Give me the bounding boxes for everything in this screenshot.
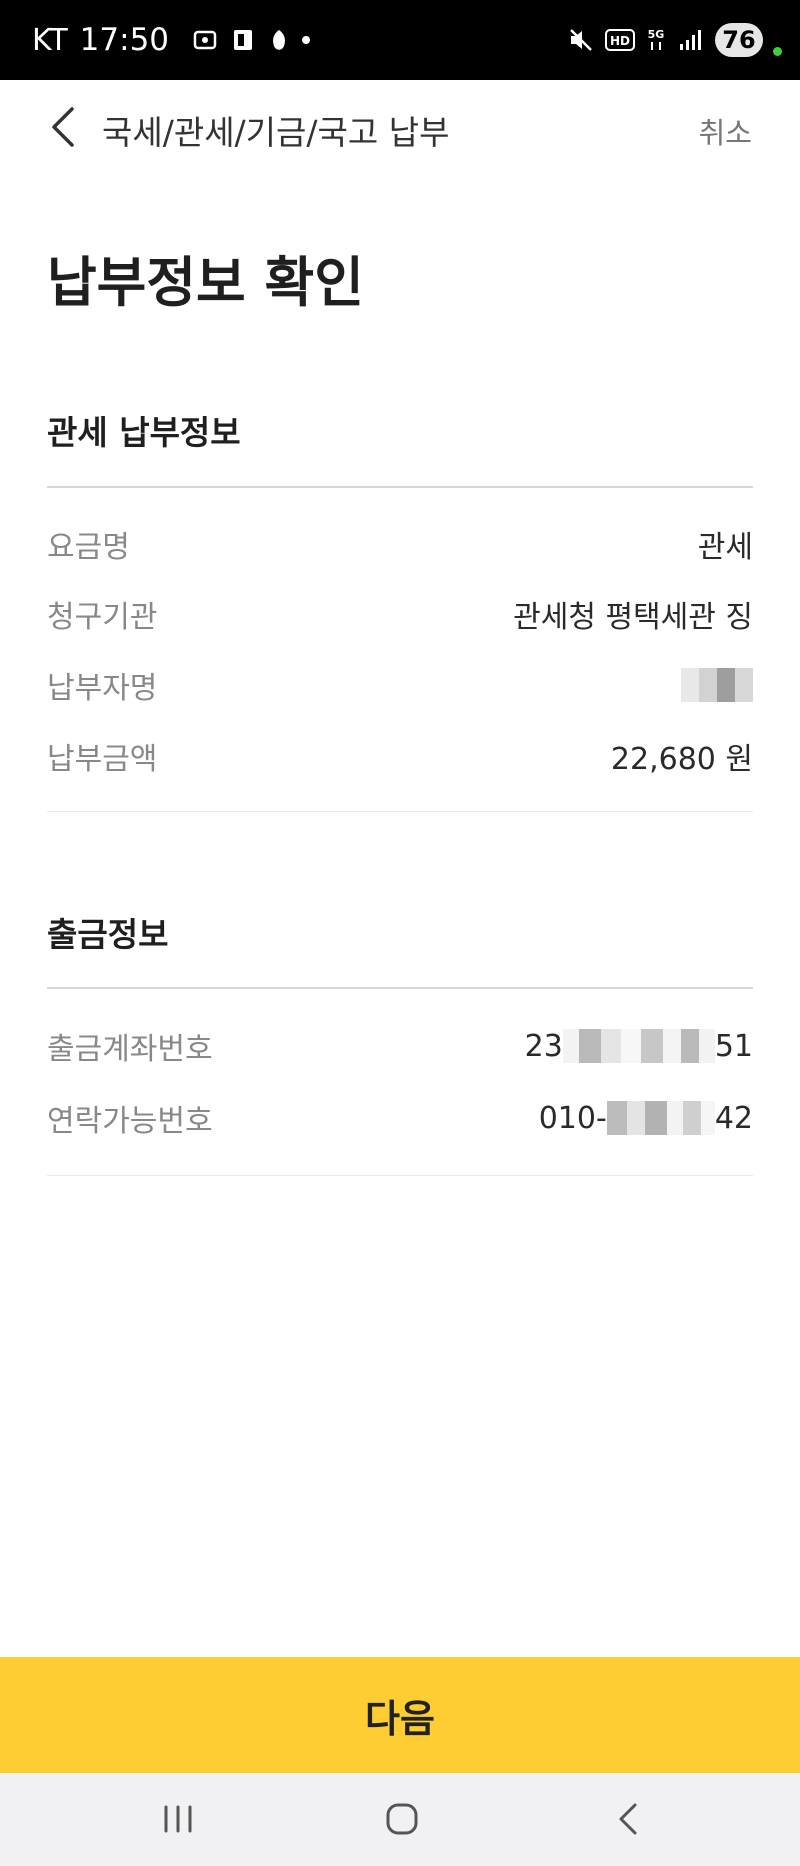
- row-label: 요금명: [47, 530, 130, 565]
- next-button-label: 다음: [365, 1696, 435, 1741]
- withdrawal-info-bottom-divider: [47, 1175, 753, 1176]
- clock: 17:50: [79, 22, 170, 58]
- payment-info-bottom-divider: [47, 811, 753, 812]
- redacted-blur: [562, 1029, 715, 1063]
- row-label: 납부자명: [47, 671, 158, 706]
- app-header: 국세/관세/기금/국고 납부 취소: [0, 80, 800, 176]
- status-right: HD 5G 76: [567, 0, 782, 80]
- carrier-label: KT: [32, 22, 68, 58]
- screenshot-icon: [193, 30, 217, 50]
- dot-icon: [302, 36, 311, 44]
- info-row-contact-number: 연락가능번호 010- 42: [47, 1096, 753, 1140]
- info-row-fee-name: 요금명 관세: [47, 522, 753, 566]
- redacted-blur: [681, 668, 753, 702]
- account-suffix: 51: [714, 1028, 753, 1064]
- page-title: 납부정보 확인: [47, 251, 364, 314]
- row-value: 관세청 평택세관 징: [513, 600, 753, 635]
- payment-info-divider: [47, 486, 753, 488]
- info-row-amount: 납부금액 22,680 원: [47, 734, 753, 778]
- app-notification-icon: [273, 30, 285, 50]
- row-value: 22,680 원: [610, 742, 753, 777]
- home-button[interactable]: [362, 1789, 442, 1849]
- home-icon: [386, 1803, 418, 1835]
- info-row-account-number: 출금계좌번호 23 51: [47, 1024, 753, 1068]
- status-left: KT 17:50: [32, 0, 311, 80]
- status-bar: KT 17:50 HD 5G 76: [0, 0, 800, 80]
- notification-icons: [191, 26, 311, 54]
- next-button[interactable]: 다음: [0, 1657, 800, 1773]
- mute-icon: [570, 29, 592, 51]
- back-button[interactable]: [38, 102, 88, 152]
- 5g-icon: 5G: [648, 28, 665, 50]
- phone-card-icon: [234, 30, 253, 50]
- info-row-billing-agency: 청구기관 관세청 평택세관 징: [47, 592, 753, 636]
- withdrawal-info-title: 출금정보: [47, 915, 169, 954]
- withdrawal-info-divider: [47, 987, 753, 989]
- header-title: 국세/관세/기금/국고 납부: [102, 113, 450, 152]
- row-label: 청구기관: [47, 600, 158, 635]
- cancel-button[interactable]: 취소: [699, 110, 752, 152]
- back-chevron-icon: [52, 107, 74, 147]
- privacy-dot: [773, 46, 782, 56]
- nav-back-button[interactable]: [588, 1789, 668, 1849]
- recents-icon: [164, 1805, 192, 1833]
- signal-icon: [680, 30, 701, 50]
- payer-name-redacted: [681, 668, 753, 702]
- row-label: 납부금액: [47, 742, 158, 777]
- battery-indicator: 76: [715, 23, 763, 57]
- account-prefix: 23: [524, 1028, 563, 1064]
- contact-suffix: 42: [714, 1100, 753, 1136]
- row-value: 관세: [697, 530, 753, 565]
- svg-text:5G: 5G: [648, 28, 665, 41]
- redacted-blur: [606, 1101, 715, 1135]
- contact-prefix: 010-: [538, 1100, 607, 1136]
- account-number-value: 23 51: [525, 1029, 753, 1064]
- row-label: 출금계좌번호: [47, 1032, 213, 1067]
- row-label: 연락가능번호: [47, 1104, 213, 1139]
- system-nav-bar: [0, 1773, 800, 1866]
- hd-icon: HD: [605, 29, 635, 51]
- nav-back-icon: [619, 1803, 637, 1835]
- payment-info-title: 관세 납부정보: [47, 413, 241, 452]
- info-row-payer-name: 납부자명: [47, 663, 753, 707]
- contact-number-value: 010- 42: [539, 1101, 753, 1136]
- recents-button[interactable]: [138, 1789, 218, 1849]
- svg-text:HD: HD: [610, 34, 630, 48]
